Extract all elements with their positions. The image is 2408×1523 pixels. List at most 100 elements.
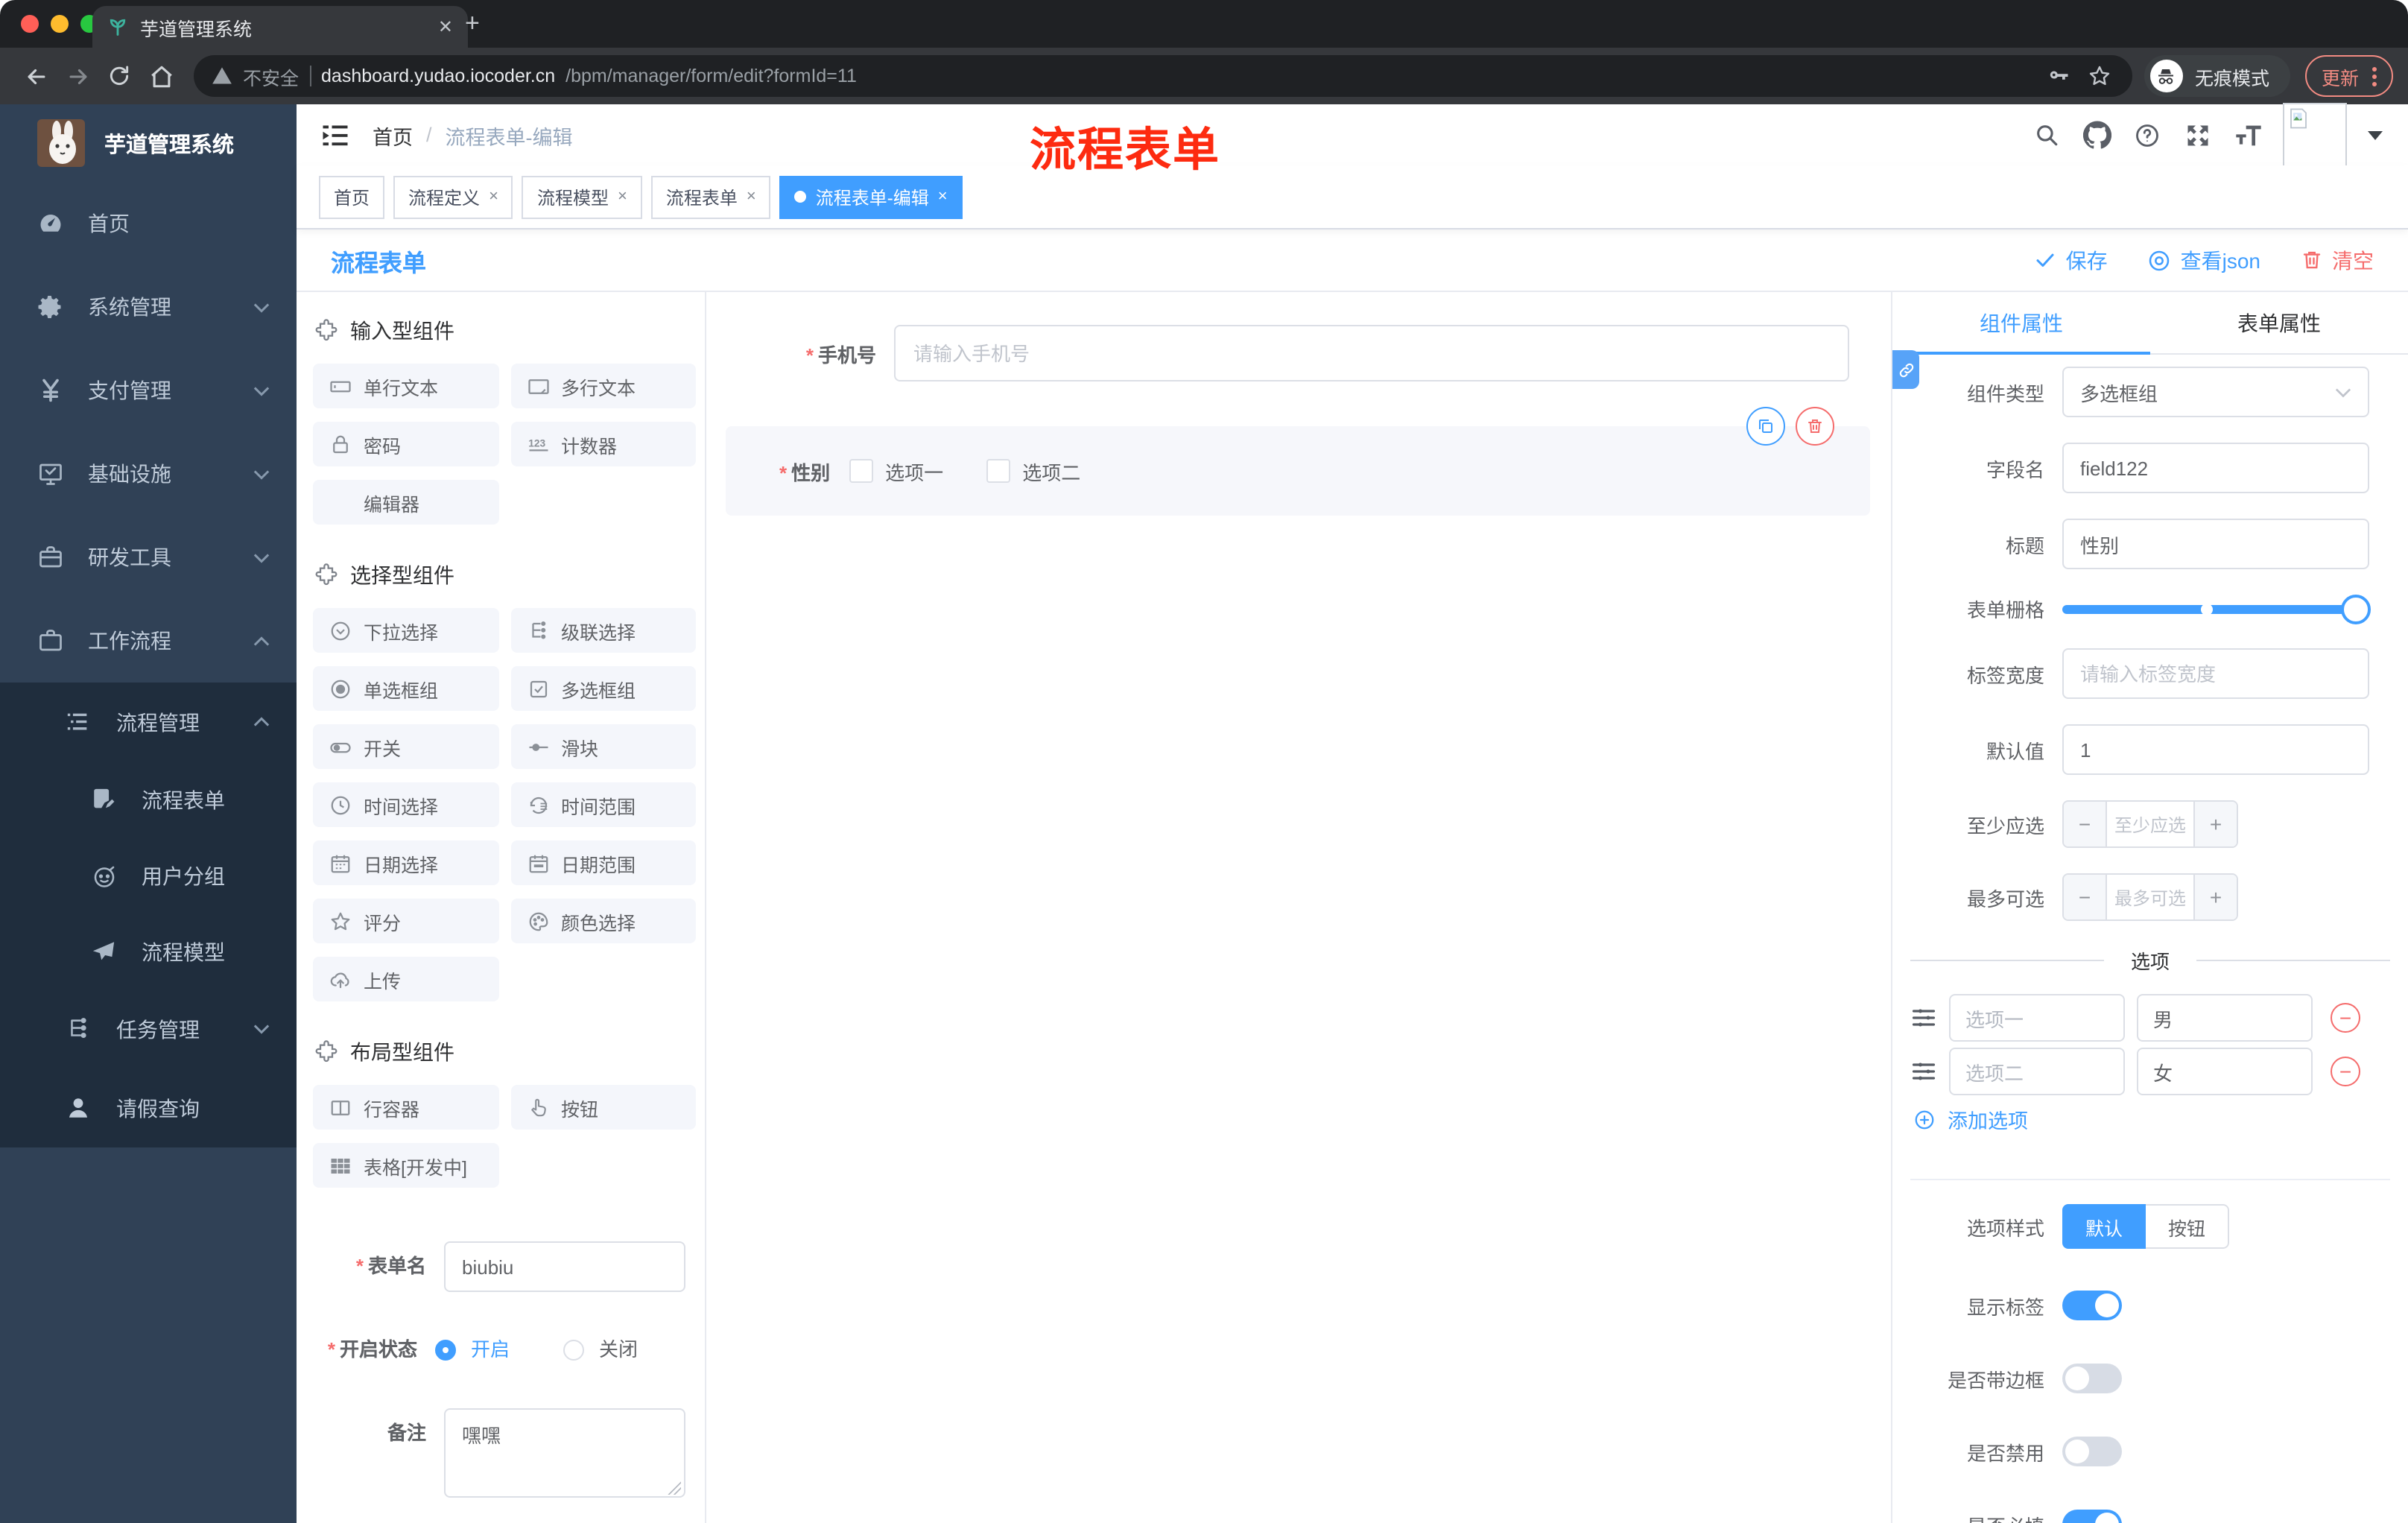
drag-handle-icon[interactable] [1910, 1004, 1937, 1031]
tag-process-definition[interactable]: 流程定义 × [393, 175, 513, 218]
gender-checkbox-1[interactable] [849, 459, 874, 483]
home-icon[interactable] [140, 55, 182, 97]
fullscreen-icon[interactable] [2182, 118, 2214, 151]
component-time-range[interactable]: 时间范围 [510, 782, 696, 827]
font-size-icon[interactable] [2232, 118, 2265, 151]
tag-home[interactable]: 首页 [319, 175, 385, 218]
radio-off-label[interactable]: 关闭 [599, 1325, 638, 1375]
title-input[interactable] [2062, 519, 2369, 569]
form-name-input[interactable] [444, 1241, 685, 1292]
tab-component-props[interactable]: 组件属性 [1892, 292, 2150, 353]
gender-option-2-label[interactable]: 选项二 [1022, 457, 1080, 485]
radio-on-label[interactable]: 开启 [471, 1325, 510, 1375]
close-tag-icon[interactable]: × [747, 188, 756, 206]
form-canvas[interactable]: 手机号 [706, 292, 1891, 1523]
close-tag-icon[interactable]: × [489, 188, 498, 206]
component-row-container[interactable]: 行容器 [313, 1085, 498, 1130]
avatar-dropdown-caret-icon[interactable] [2368, 130, 2383, 139]
sidebar-item-user-group[interactable]: 用户分组 [0, 838, 297, 914]
close-tag-icon[interactable]: × [618, 188, 627, 206]
sidebar-item-leave-query[interactable]: 请假查询 [0, 1068, 297, 1147]
collapse-sidebar-icon[interactable] [322, 123, 349, 147]
component-rate[interactable]: 评分 [313, 899, 498, 943]
reload-icon[interactable] [98, 55, 140, 97]
slider-handle[interactable] [2341, 594, 2371, 624]
sidebar-item-workflow[interactable]: 工作流程 [0, 599, 297, 683]
link-tag[interactable] [1892, 350, 1919, 389]
component-switch[interactable]: 开关 [313, 724, 498, 769]
add-option-button[interactable]: 添加选项 [1913, 1107, 2408, 1133]
component-checkbox-group[interactable]: 多选框组 [510, 666, 696, 711]
component-time-picker[interactable]: 时间选择 [313, 782, 498, 827]
component-upload[interactable]: 上传 [313, 957, 498, 1001]
clear-button[interactable]: 清空 [2301, 245, 2374, 275]
option-value-input[interactable] [2137, 994, 2313, 1042]
copy-component-button[interactable] [1746, 407, 1785, 446]
canvas-field-gender-selected[interactable]: 性别 选项一 选项二 [726, 407, 1870, 516]
component-password[interactable]: 密码 [313, 422, 498, 466]
tag-process-form-edit[interactable]: 流程表单-编辑 × [779, 175, 963, 218]
sidebar-item-devtools[interactable]: 研发工具 [0, 516, 297, 599]
gender-checkbox-2[interactable] [986, 459, 1011, 483]
field-name-input[interactable] [2062, 443, 2369, 493]
component-date-picker[interactable]: 日期选择 [313, 840, 498, 885]
back-icon[interactable] [15, 55, 57, 97]
style-default-button[interactable]: 默认 [2062, 1204, 2146, 1249]
component-button[interactable]: 按钮 [510, 1085, 696, 1130]
increase-icon[interactable]: + [2193, 875, 2237, 919]
browser-menu-icon[interactable] [2372, 66, 2377, 86]
component-slider[interactable]: 滑块 [510, 724, 696, 769]
max-select-value[interactable]: 最多可选 [2107, 875, 2193, 919]
forward-icon[interactable] [57, 55, 98, 97]
component-counter[interactable]: 123 计数器 [510, 422, 696, 466]
increase-icon[interactable]: + [2193, 802, 2237, 846]
breadcrumb-home[interactable]: 首页 [373, 120, 413, 150]
new-tab-button[interactable]: + [465, 9, 480, 39]
sidebar-item-infrastructure[interactable]: 基础设施 [0, 432, 297, 516]
sidebar-item-home[interactable]: 首页 [0, 182, 297, 265]
component-date-range[interactable]: 日期范围 [510, 840, 696, 885]
disabled-toggle[interactable] [2062, 1437, 2122, 1466]
tab-form-props[interactable]: 表单属性 [2150, 292, 2408, 353]
option-value-input[interactable] [2137, 1048, 2313, 1095]
sidebar-item-system[interactable]: 系统管理 [0, 265, 297, 349]
browser-tab[interactable]: 芋道管理系统 ✕ [92, 6, 468, 48]
help-icon[interactable] [2131, 118, 2164, 151]
phone-input[interactable] [894, 325, 1849, 381]
minimize-window-button[interactable] [51, 15, 69, 33]
max-select-stepper[interactable]: − 最多可选 + [2062, 873, 2238, 921]
form-remark-textarea[interactable]: 嘿嘿 [444, 1408, 685, 1498]
component-color-picker[interactable]: 颜色选择 [510, 899, 696, 943]
sidebar-item-process-model[interactable]: 流程模型 [0, 914, 297, 990]
component-type-select[interactable]: 多选框组 [2062, 367, 2369, 417]
component-radio-group[interactable]: 单选框组 [313, 666, 498, 711]
bookmark-star-icon[interactable] [2085, 61, 2114, 91]
sidebar-item-process-form[interactable]: 流程表单 [0, 762, 297, 838]
required-toggle[interactable] [2062, 1510, 2122, 1523]
close-tag-icon[interactable]: × [938, 188, 948, 206]
tag-process-model[interactable]: 流程模型 × [522, 175, 642, 218]
component-table-dev[interactable]: 表格[开发中] [313, 1143, 498, 1188]
canvas-field-phone[interactable]: 手机号 [748, 325, 1849, 381]
option-label-input[interactable] [1949, 994, 2125, 1042]
remove-option-button[interactable]: − [2331, 1003, 2360, 1033]
sidebar-logo[interactable]: 芋道管理系统 [0, 104, 297, 182]
option-label-input[interactable] [1949, 1048, 2125, 1095]
view-json-button[interactable]: 查看json [2148, 245, 2260, 275]
sidebar-item-task-mgmt[interactable]: 任务管理 [0, 990, 297, 1068]
sidebar-item-payment[interactable]: 支付管理 [0, 349, 297, 432]
user-avatar[interactable] [2283, 103, 2347, 167]
component-editor[interactable]: 编辑器 [313, 480, 498, 525]
grid-slider[interactable] [2062, 594, 2371, 624]
close-tab-icon[interactable]: ✕ [438, 16, 453, 37]
label-width-input[interactable] [2062, 648, 2369, 699]
close-window-button[interactable] [21, 15, 39, 33]
component-single-line-text[interactable]: 单行文本 [313, 364, 498, 408]
min-select-value[interactable]: 至少应选 [2107, 802, 2193, 846]
github-icon[interactable] [2080, 118, 2113, 151]
url-bar[interactable]: 不安全 dashboard.yudao.iocoder.cn /bpm/mana… [194, 55, 2132, 97]
radio-on[interactable] [435, 1340, 456, 1361]
component-textarea[interactable]: 多行文本 [510, 364, 696, 408]
search-icon[interactable] [2030, 118, 2062, 151]
drag-handle-icon[interactable] [1910, 1058, 1937, 1085]
